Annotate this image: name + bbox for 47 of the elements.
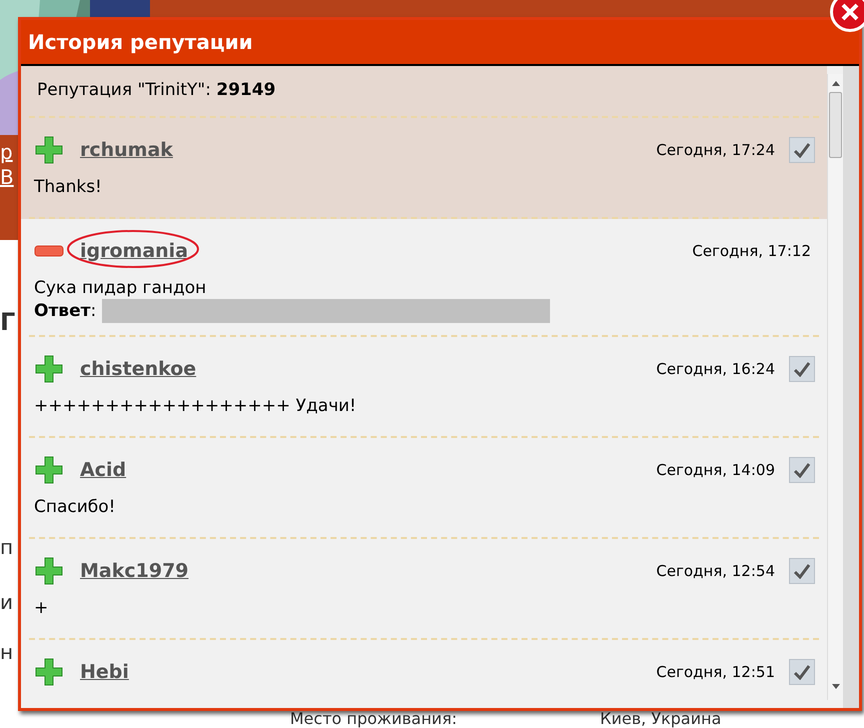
- sidebar-text: п: [0, 535, 14, 559]
- checkbox[interactable]: [789, 457, 815, 483]
- sidebar-link[interactable]: р: [0, 140, 18, 164]
- plus-icon: [34, 657, 64, 687]
- comment-text: Сука пидар гандон: [33, 277, 208, 299]
- check-icon: [793, 563, 811, 579]
- scroll-up-icon: [832, 80, 840, 86]
- timestamp: Сегодня, 17:12: [692, 240, 811, 262]
- answer-label: Ответ:: [34, 300, 96, 322]
- plus-icon: [34, 455, 64, 485]
- sidebar-text: н: [0, 640, 14, 664]
- close-icon: [841, 3, 859, 21]
- check-icon: [793, 664, 811, 680]
- checkbox[interactable]: [789, 558, 815, 584]
- checkbox[interactable]: [789, 137, 815, 163]
- sidebar-text: и: [0, 590, 14, 614]
- check-icon: [793, 462, 811, 478]
- scroll-down-icon: [832, 684, 840, 690]
- timestamp: Сегодня, 16:24: [656, 358, 775, 380]
- comment-text: Спасибо!: [33, 496, 116, 518]
- plus-icon: [34, 354, 64, 384]
- check-icon: [793, 142, 811, 158]
- minus-icon: [34, 245, 64, 257]
- username-link[interactable]: Makc1979: [80, 560, 189, 582]
- comment-text: +: [33, 597, 50, 619]
- field-value: Киев, Украина: [600, 710, 722, 728]
- timestamp: Сегодня, 17:24: [656, 140, 775, 161]
- reputation-summary: Репутация "TrinitY": 29149: [36, 80, 277, 100]
- username-link[interactable]: Acid: [80, 458, 126, 481]
- plus-icon: [34, 556, 64, 586]
- checkbox[interactable]: [789, 659, 815, 685]
- scrollbar-thumb[interactable]: [829, 92, 842, 158]
- username-link[interactable]: Hebi: [80, 660, 129, 683]
- dialog-title: История репутации: [28, 29, 253, 56]
- check-icon: [793, 361, 811, 377]
- username-link[interactable]: rchumak: [80, 138, 173, 161]
- field-label: Место проживания:: [290, 710, 458, 728]
- username-link[interactable]: chistenkoe: [80, 358, 196, 380]
- timestamp: Сегодня, 12:54: [656, 560, 775, 582]
- plus-icon: [34, 135, 64, 165]
- comment-text: ++++++++++++++++++ Удачи!: [33, 395, 358, 417]
- timestamp: Сегодня, 14:09: [656, 460, 775, 481]
- checkbox[interactable]: [789, 356, 815, 382]
- sidebar-link[interactable]: В: [0, 165, 18, 189]
- timestamp: Сегодня, 12:51: [656, 662, 775, 683]
- section-heading: Г: [0, 310, 16, 334]
- comment-text: Thanks!: [33, 176, 103, 198]
